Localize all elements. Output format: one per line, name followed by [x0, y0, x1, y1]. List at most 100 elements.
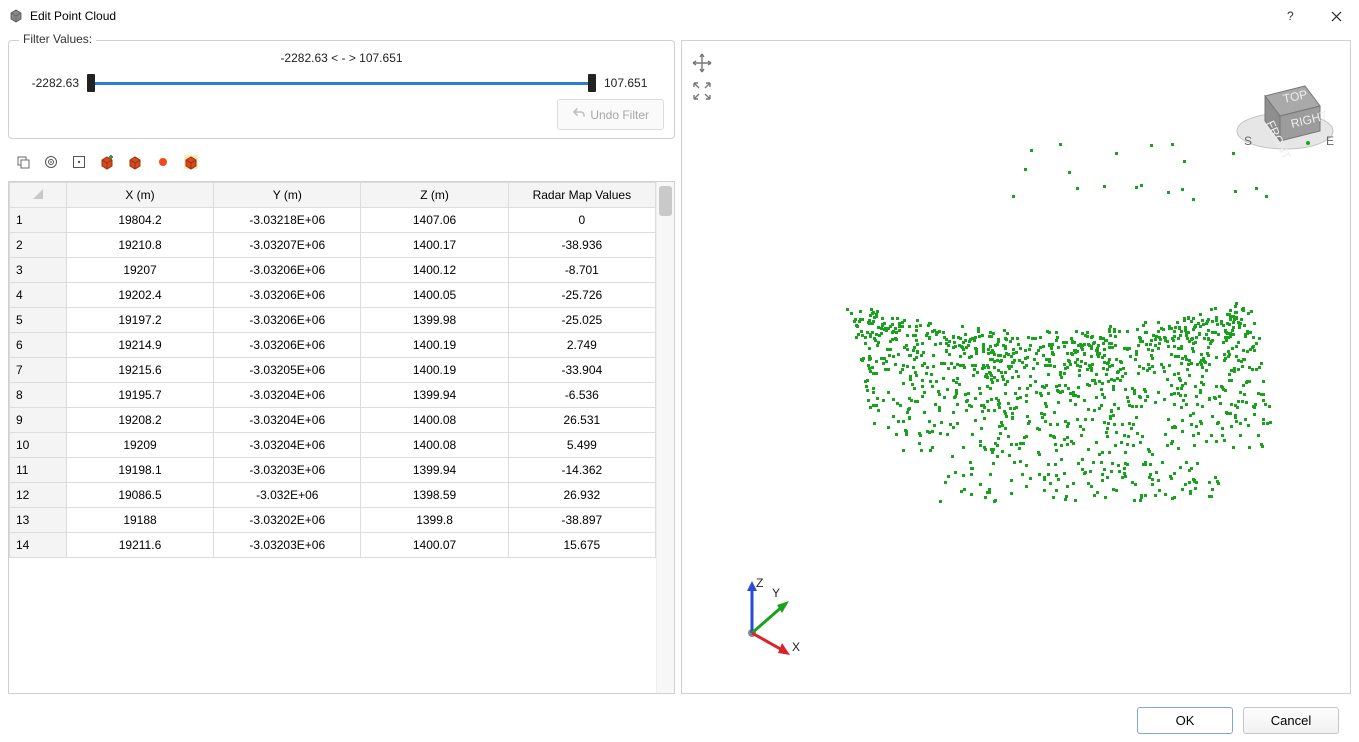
table-row[interactable]: 719215.6-3.03205E+061400.19-33.904: [10, 358, 656, 383]
table-row[interactable]: 1019209-3.03204E+061400.085.499: [10, 433, 656, 458]
help-button[interactable]: ?: [1267, 0, 1313, 32]
frame-tool-button[interactable]: [66, 149, 92, 175]
col-header-x[interactable]: X (m): [66, 183, 213, 208]
col-header-radar[interactable]: Radar Map Values: [508, 183, 655, 208]
cell-z[interactable]: 1400.05: [361, 283, 508, 308]
cell-x[interactable]: 19197.2: [66, 308, 213, 333]
cell-z[interactable]: 1400.08: [361, 408, 508, 433]
cancel-button[interactable]: Cancel: [1243, 707, 1339, 734]
cell-radar[interactable]: 26.932: [508, 483, 655, 508]
col-header-z[interactable]: Z (m): [361, 183, 508, 208]
row-number[interactable]: 2: [10, 233, 67, 258]
cell-y[interactable]: -3.03207E+06: [214, 233, 361, 258]
row-number[interactable]: 11: [10, 458, 67, 483]
ok-button[interactable]: OK: [1137, 707, 1233, 734]
row-number[interactable]: 9: [10, 408, 67, 433]
cube-tool-button[interactable]: [122, 149, 148, 175]
cell-radar[interactable]: 2.749: [508, 333, 655, 358]
cell-x[interactable]: 19188: [66, 508, 213, 533]
add-cube-tool-button[interactable]: [94, 149, 120, 175]
pan-tool-icon[interactable]: [690, 51, 714, 75]
cell-y[interactable]: -3.03206E+06: [214, 333, 361, 358]
cell-y[interactable]: -3.03205E+06: [214, 358, 361, 383]
cell-radar[interactable]: 26.531: [508, 408, 655, 433]
row-number[interactable]: 5: [10, 308, 67, 333]
cell-x[interactable]: 19086.5: [66, 483, 213, 508]
undo-filter-button[interactable]: Undo Filter: [557, 99, 664, 130]
cell-y[interactable]: -3.03204E+06: [214, 408, 361, 433]
table-row[interactable]: 519197.2-3.03206E+061399.98-25.025: [10, 308, 656, 333]
cell-z[interactable]: 1398.59: [361, 483, 508, 508]
table-row[interactable]: 819195.7-3.03204E+061399.94-6.536: [10, 383, 656, 408]
cell-y[interactable]: -3.03218E+06: [214, 208, 361, 233]
cell-y[interactable]: -3.032E+06: [214, 483, 361, 508]
row-number[interactable]: 1: [10, 208, 67, 233]
table-row[interactable]: 319207-3.03206E+061400.12-8.701: [10, 258, 656, 283]
row-number[interactable]: 6: [10, 333, 67, 358]
cell-z[interactable]: 1399.94: [361, 458, 508, 483]
close-button[interactable]: [1313, 0, 1359, 32]
row-number[interactable]: 8: [10, 383, 67, 408]
cell-y[interactable]: -3.03206E+06: [214, 308, 361, 333]
cell-radar[interactable]: 5.499: [508, 433, 655, 458]
cell-x[interactable]: 19215.6: [66, 358, 213, 383]
row-number[interactable]: 14: [10, 533, 67, 558]
table-row[interactable]: 1319188-3.03202E+061399.8-38.897: [10, 508, 656, 533]
cell-z[interactable]: 1399.98: [361, 308, 508, 333]
row-number[interactable]: 3: [10, 258, 67, 283]
table-row[interactable]: 619214.9-3.03206E+061400.192.749: [10, 333, 656, 358]
cell-x[interactable]: 19209: [66, 433, 213, 458]
cell-radar[interactable]: -25.726: [508, 283, 655, 308]
cell-radar[interactable]: -8.701: [508, 258, 655, 283]
table-row[interactable]: 219210.8-3.03207E+061400.17-38.936: [10, 233, 656, 258]
viewer-3d[interactable]: S E TOP FRONT RIGHT Z: [681, 40, 1351, 694]
row-number[interactable]: 12: [10, 483, 67, 508]
cell-radar[interactable]: -25.025: [508, 308, 655, 333]
cell-radar[interactable]: -38.936: [508, 233, 655, 258]
cell-y[interactable]: -3.03203E+06: [214, 533, 361, 558]
row-number[interactable]: 13: [10, 508, 67, 533]
cell-z[interactable]: 1399.94: [361, 383, 508, 408]
table-row[interactable]: 119804.2-3.03218E+061407.060: [10, 208, 656, 233]
cell-z[interactable]: 1400.08: [361, 433, 508, 458]
table-scrollbar[interactable]: [656, 182, 674, 693]
point-tool-button[interactable]: [150, 149, 176, 175]
cell-radar[interactable]: -6.536: [508, 383, 655, 408]
target-tool-button[interactable]: [38, 149, 64, 175]
highlight-cube-tool-button[interactable]: [178, 149, 204, 175]
cell-x[interactable]: 19195.7: [66, 383, 213, 408]
cell-z[interactable]: 1407.06: [361, 208, 508, 233]
cell-y[interactable]: -3.03206E+06: [214, 258, 361, 283]
cell-radar[interactable]: -33.904: [508, 358, 655, 383]
cell-x[interactable]: 19202.4: [66, 283, 213, 308]
cell-radar[interactable]: 15.675: [508, 533, 655, 558]
cell-x[interactable]: 19210.8: [66, 233, 213, 258]
expand-tool-icon[interactable]: [690, 79, 714, 103]
cell-radar[interactable]: 0: [508, 208, 655, 233]
cell-y[interactable]: -3.03204E+06: [214, 433, 361, 458]
filter-slider[interactable]: [87, 73, 596, 93]
cell-x[interactable]: 19214.9: [66, 333, 213, 358]
cell-y[interactable]: -3.03203E+06: [214, 458, 361, 483]
cell-x[interactable]: 19211.6: [66, 533, 213, 558]
cell-radar[interactable]: -14.362: [508, 458, 655, 483]
row-number[interactable]: 10: [10, 433, 67, 458]
cell-y[interactable]: -3.03206E+06: [214, 283, 361, 308]
col-header-y[interactable]: Y (m): [214, 183, 361, 208]
table-row[interactable]: 919208.2-3.03204E+061400.0826.531: [10, 408, 656, 433]
cell-x[interactable]: 19207: [66, 258, 213, 283]
cell-x[interactable]: 19804.2: [66, 208, 213, 233]
table-row[interactable]: 1119198.1-3.03203E+061399.94-14.362: [10, 458, 656, 483]
cell-x[interactable]: 19208.2: [66, 408, 213, 433]
cell-radar[interactable]: -38.897: [508, 508, 655, 533]
table-row[interactable]: 1219086.5-3.032E+061398.5926.932: [10, 483, 656, 508]
view-cube[interactable]: S E TOP FRONT RIGHT: [1230, 51, 1340, 161]
cell-z[interactable]: 1400.12: [361, 258, 508, 283]
cell-y[interactable]: -3.03202E+06: [214, 508, 361, 533]
cell-x[interactable]: 19198.1: [66, 458, 213, 483]
copy-tool-button[interactable]: [10, 149, 36, 175]
cell-y[interactable]: -3.03204E+06: [214, 383, 361, 408]
row-number[interactable]: 7: [10, 358, 67, 383]
cell-z[interactable]: 1400.19: [361, 358, 508, 383]
cell-z[interactable]: 1399.8: [361, 508, 508, 533]
